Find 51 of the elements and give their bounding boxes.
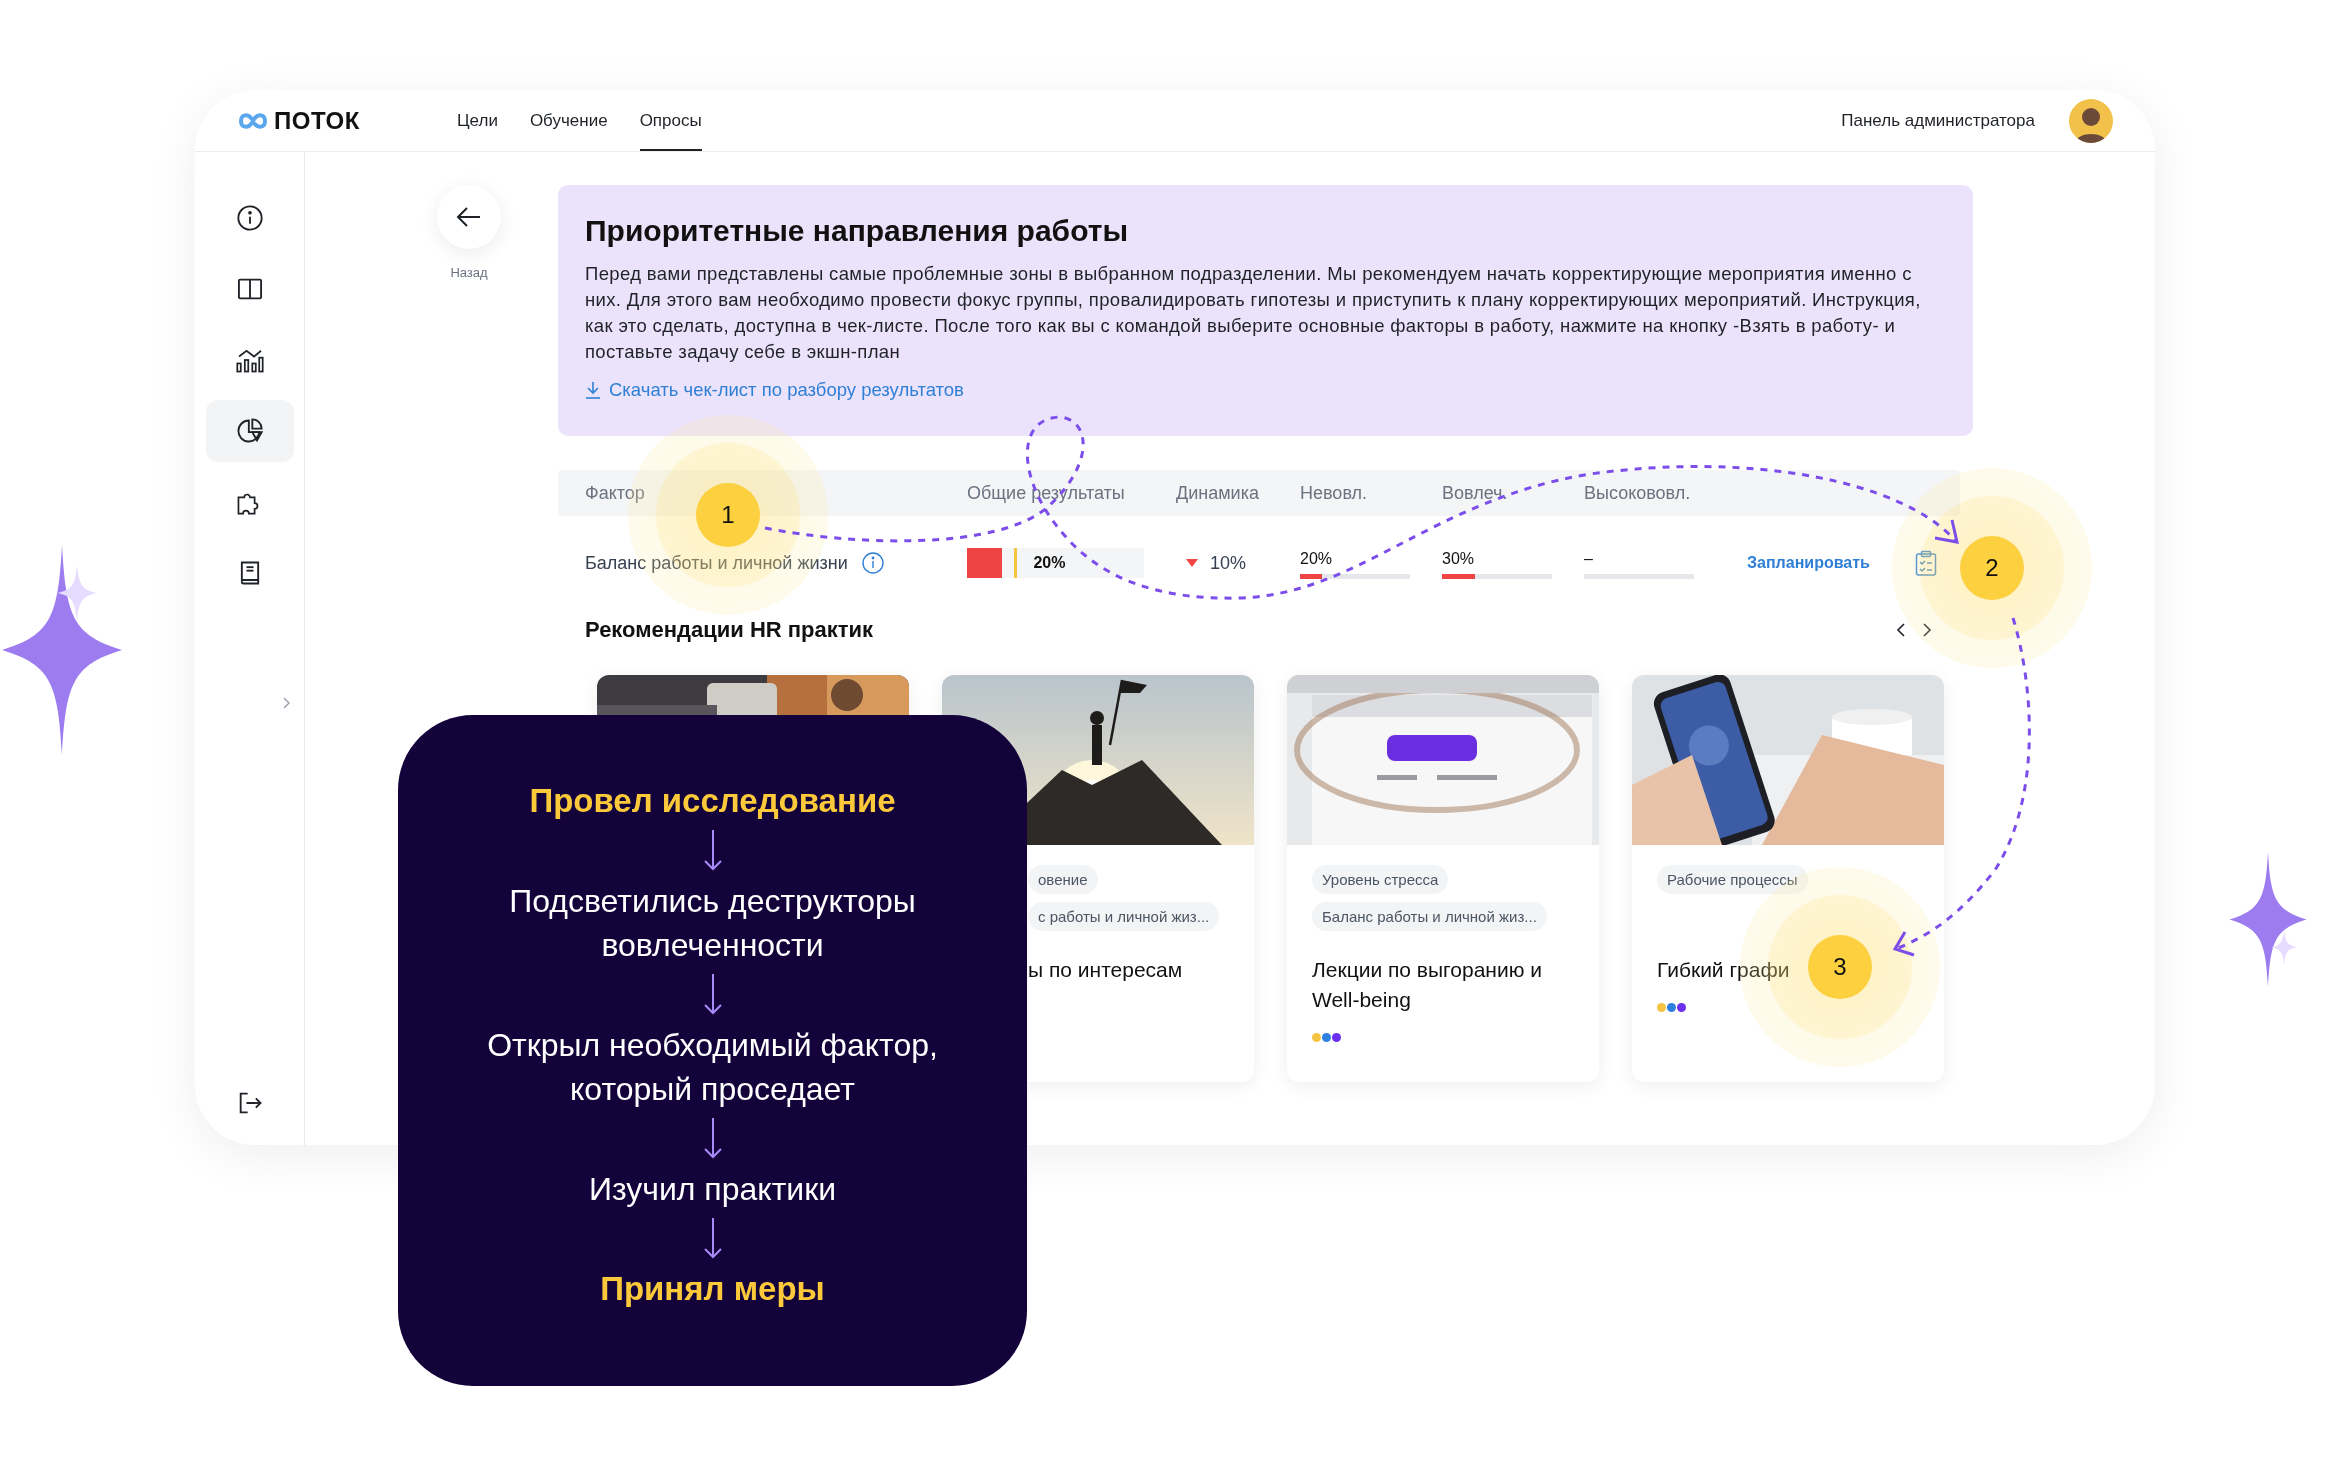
arrow-down-icon [702,973,723,1015]
step-text: Провел исследование [529,781,896,821]
panel-text: Перед вами представлены самые проблемные зоны в выбранном подразделении. Мы рекомендуем начать корректирующие мероприятия именно с них. Для этого вам необходимо провести фокус группы, провалидировать гипотезы и приступить к плану корректирующих мероприятий. Инструкция, как это сделать, доступна в чек-листе. После того как вы с командой выберите основные факторы в работу, нажмите на кнопку -Взять в работу- и поставьте задачу себе в экшн-план [585,262,1922,364]
tag-chip: Баланс работы и личной жиз... [1312,902,1547,931]
plan-button[interactable]: Запланировать [1747,554,1870,572]
arrow-down-icon [702,1217,723,1259]
pie-chart-icon [235,417,264,445]
info-icon[interactable] [861,552,884,574]
tag-chip: овение [1028,865,1098,894]
card-title: ы по интересам [1028,957,1183,983]
section-title: Рекомендации HR практик [585,617,875,643]
column-header: Динамика [1176,482,1260,504]
nav-tab[interactable]: Обучение [529,90,608,151]
percent-value: 20% [1300,549,1333,568]
change-value: 10% [1210,552,1247,574]
nav-tab[interactable]: Цели [457,90,498,151]
card-title: Лекции по выгоранию и Well-being [1312,957,1543,1013]
step-text: Открыл необходимый фактор, который проседает [486,1026,939,1109]
tag-chip: Уровень стресса [1312,865,1449,894]
step-text: Подсветились деструкторы вовлеченности [508,882,917,965]
admin-link[interactable]: Панель администратора [1841,110,2035,131]
column-header: Высокововл. [1584,482,1692,504]
card-title: Гибкий графи [1657,957,1790,983]
logo-text: ПОТОК [274,106,360,135]
download-icon [585,381,601,399]
back-label: Назад [449,265,489,280]
tag-chip: с работы и личной жиз... [1028,902,1220,931]
column-header: Вовлеч. [1442,482,1509,504]
sidebar-button[interactable] [205,400,294,462]
chevron-right-icon[interactable] [1922,622,1932,638]
percent-value: – [1584,549,1593,568]
benchmark-line [1014,548,1018,578]
step-text: Изучил практики [588,1170,837,1209]
percent-value: 30% [1442,549,1475,568]
arrow-down-icon [702,1117,723,1159]
tag-chip: Рабочие процессы [1657,865,1808,894]
arrow-left-icon [456,206,482,228]
column-header: Фактор [585,482,646,504]
clipboard-icon[interactable] [1915,550,1937,576]
panel-title: Приоритетные направления работы [585,213,1130,249]
column-header: Невовл. [1300,482,1369,504]
step-text: Принял меры [600,1269,825,1309]
factor-name: Баланс работы и личной жизни [585,552,848,574]
avatar[interactable] [2069,98,2113,143]
nav-tab[interactable]: Опросы [639,90,702,151]
logo-icon [238,111,268,130]
arrow-down-icon [702,829,723,871]
result-value: 20% [1033,554,1066,572]
info-icon [235,204,264,232]
chevron-left-icon[interactable] [1896,622,1906,638]
column-header: Общие результаты [967,482,1126,504]
